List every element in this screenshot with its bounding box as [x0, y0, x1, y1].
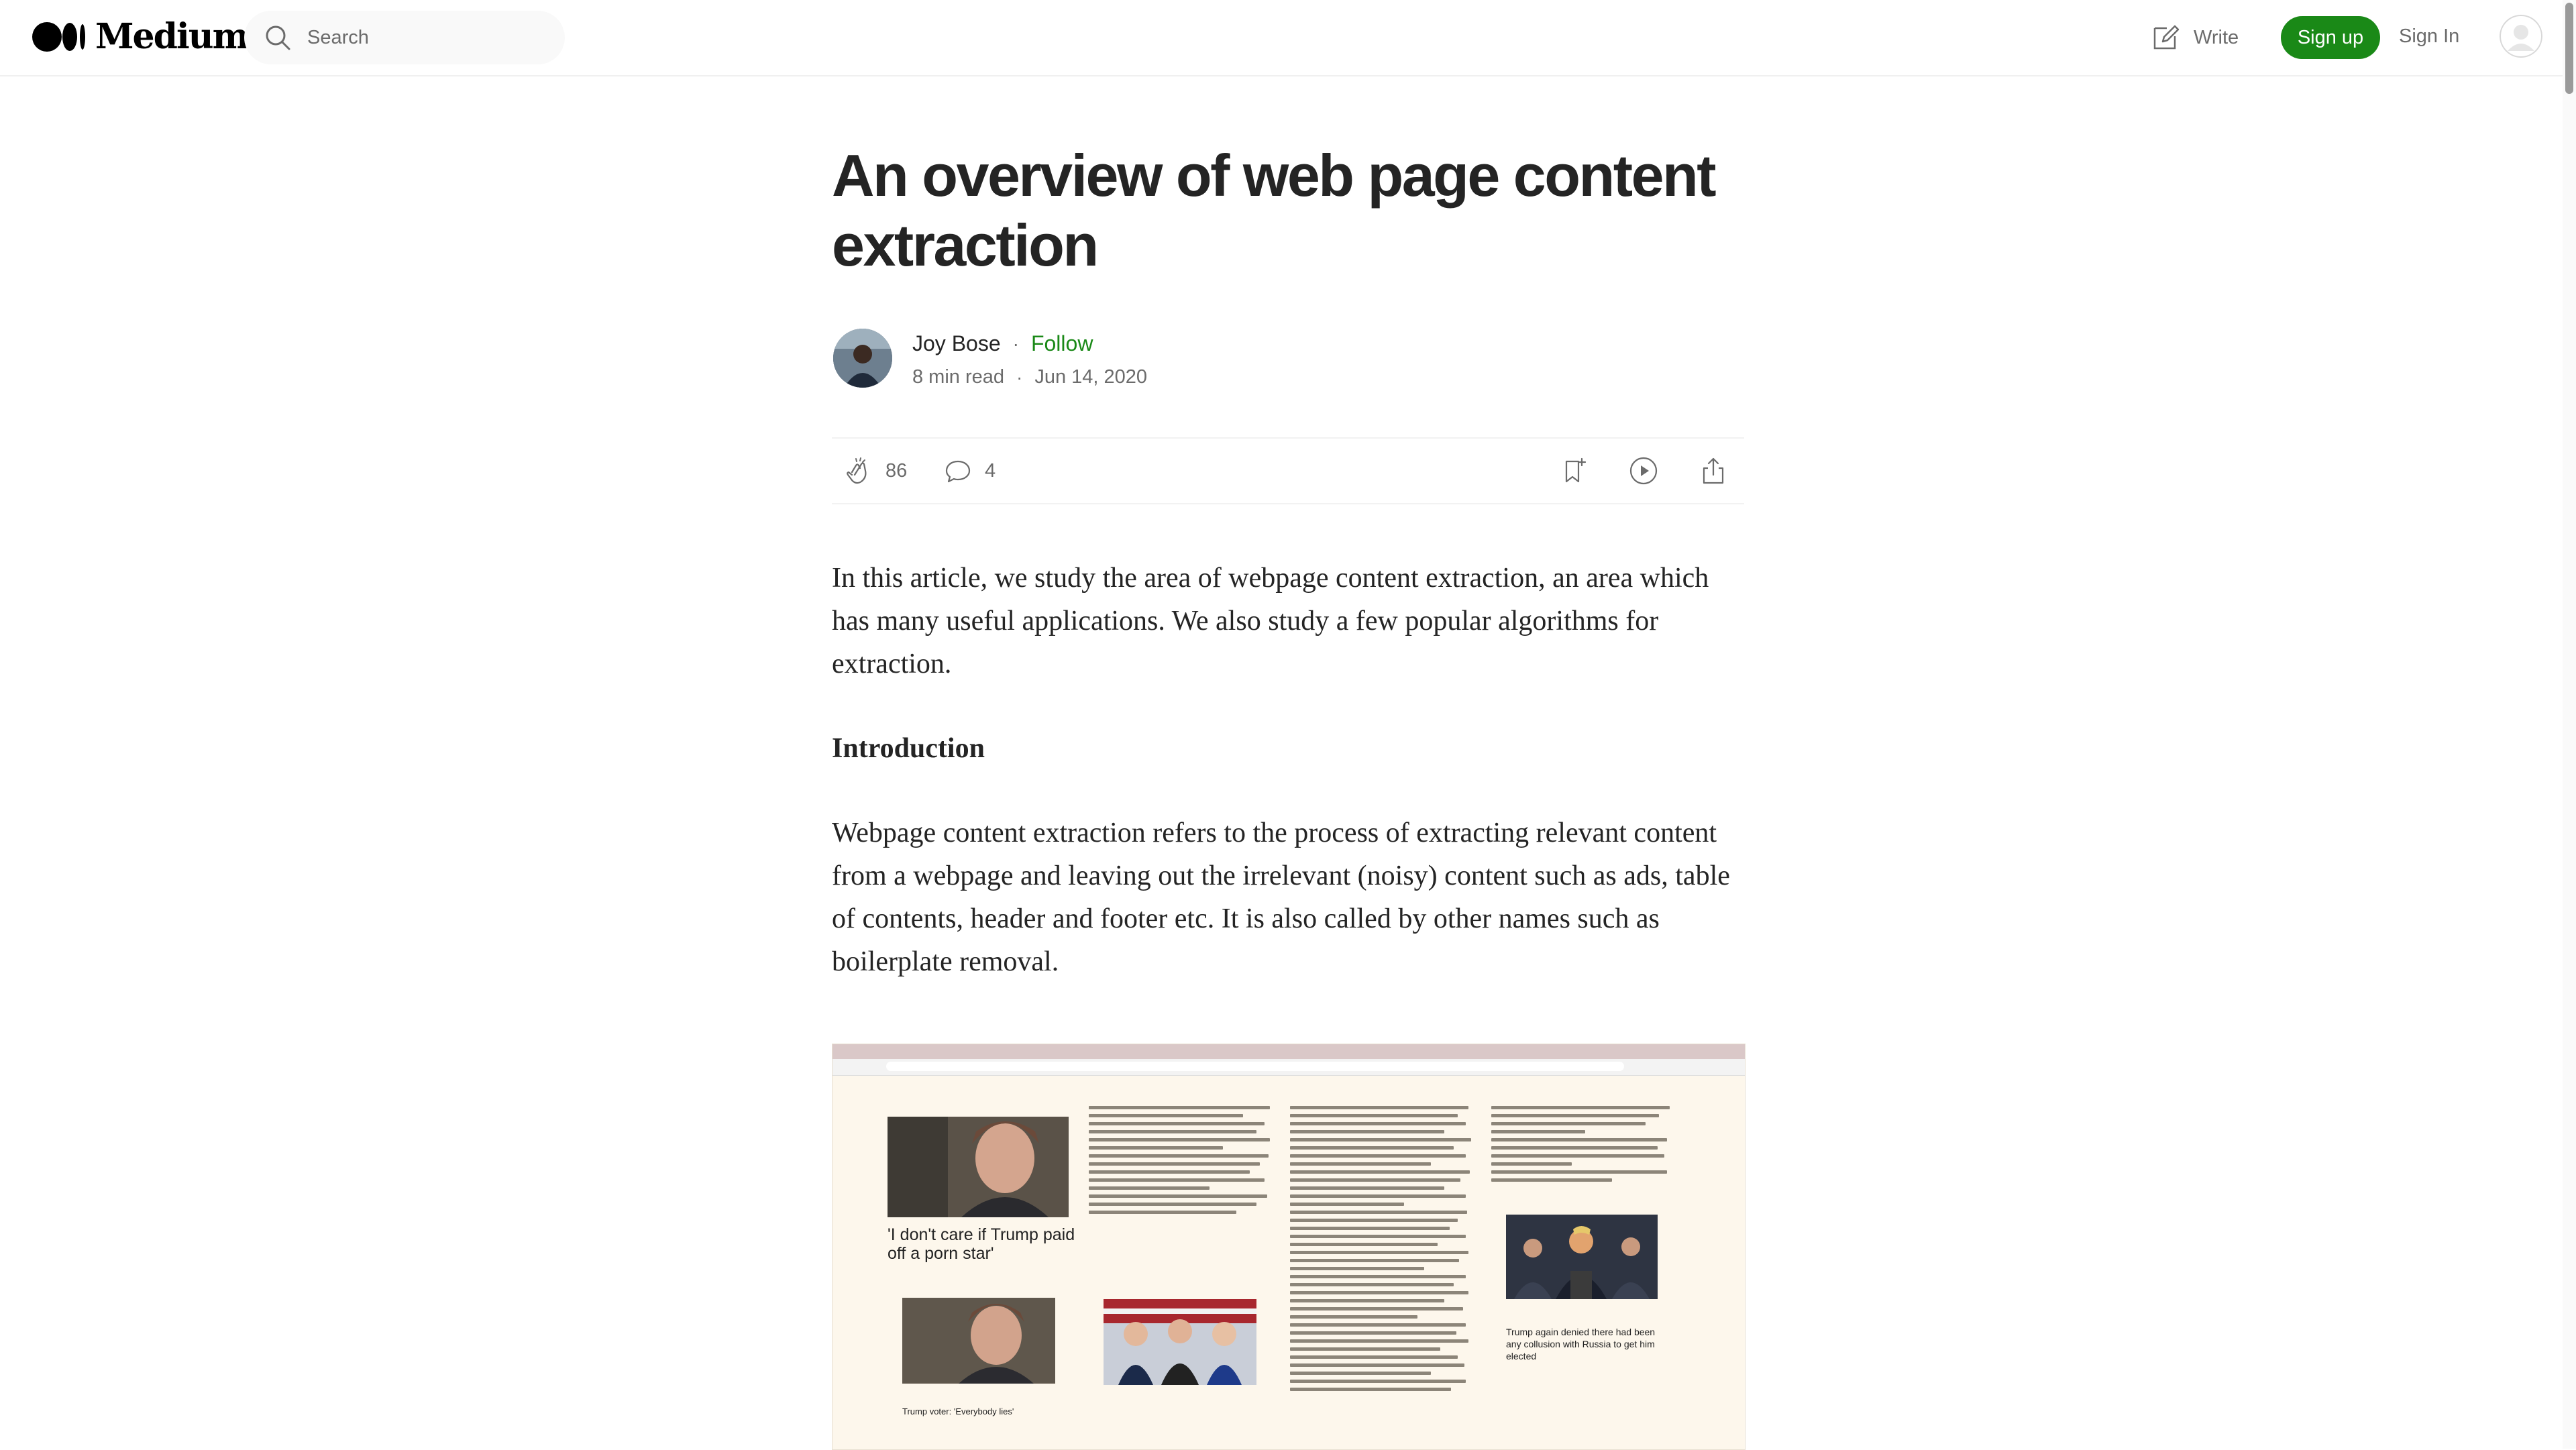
figure-url-field: [886, 1062, 1624, 1071]
bookmark-button[interactable]: [1558, 455, 1590, 487]
figure-text-column-4: [1491, 1106, 1679, 1186]
write-icon: [2153, 25, 2180, 50]
figure-photo-trump-image: [1506, 1215, 1658, 1299]
intro-paragraph: In this article, we study the area of we…: [832, 563, 1709, 679]
figure-text-column-2: [1089, 1106, 1277, 1219]
figure-text-column-3: [1290, 1106, 1478, 1396]
read-time: 8 min read: [912, 366, 1005, 388]
author-name[interactable]: Joy Bose: [912, 331, 1001, 356]
figure-photo-woman-image: [888, 1117, 1069, 1217]
figure-photo-group: [1104, 1299, 1256, 1385]
separator-dot: ·: [1016, 366, 1023, 388]
figure-photo-group-image: [1104, 1299, 1256, 1385]
figure-photo-woman: [888, 1117, 1069, 1217]
figure-photo-woman-small-image: [902, 1298, 1055, 1384]
author-avatar[interactable]: [833, 329, 892, 388]
medium-logo-icon: [32, 22, 85, 52]
logo-wordmark: Medium: [95, 16, 250, 57]
figure-photo-trump: [1506, 1215, 1658, 1299]
figure-address-bar: [833, 1059, 1745, 1076]
write-label: Write: [2194, 26, 2239, 48]
article-figure-screenshot[interactable]: 'I don't care if Trump paid off a porn s…: [832, 1044, 1746, 1450]
write-button[interactable]: Write: [2149, 20, 2239, 55]
search-input[interactable]: [306, 25, 550, 50]
follow-button[interactable]: Follow: [1031, 331, 1093, 356]
play-icon: [1629, 457, 1658, 485]
responses-button[interactable]: 4: [942, 455, 996, 487]
figure-caption-left: 'I don't care if Trump paid off a porn s…: [888, 1225, 1075, 1263]
clap-count: 86: [885, 459, 908, 482]
section-heading-introduction: Introduction: [832, 733, 985, 764]
sign-in-link[interactable]: Sign In: [2399, 25, 2459, 48]
user-avatar[interactable]: [2500, 15, 2542, 58]
article-action-bar: 86 4: [832, 437, 1744, 504]
page-scrollbar[interactable]: [2563, 0, 2576, 1449]
sign-up-button[interactable]: Sign up: [2281, 16, 2380, 59]
share-icon: [1703, 457, 1724, 484]
top-navigation-bar: Medium Write Sign up Sign In: [0, 0, 2563, 76]
bookmark-icon: [1565, 457, 1587, 483]
response-count: 4: [985, 459, 996, 482]
article-title: An overview of web page content extracti…: [832, 142, 1717, 278]
medium-logo[interactable]: Medium: [32, 16, 250, 57]
figure-caption-small: Trump voter: 'Everybody lies': [902, 1406, 1014, 1416]
listen-button[interactable]: [1627, 455, 1660, 487]
share-button[interactable]: [1697, 455, 1729, 487]
figure-photo-woman-small: [902, 1298, 1055, 1384]
user-placeholder-icon: [2500, 15, 2542, 58]
scrollbar-thumb[interactable]: [2565, 3, 2573, 94]
separator-dot: ·: [1012, 333, 1019, 354]
publish-date: Jun 14, 2020: [1034, 366, 1148, 388]
author-photo: [833, 329, 892, 388]
search-icon: [266, 25, 290, 50]
figure-browser-tabs: [833, 1044, 1745, 1059]
author-line: Joy Bose · Follow: [912, 331, 1093, 356]
clap-icon: [847, 457, 867, 484]
figure-caption-right: Trump again denied there had been any co…: [1506, 1327, 1656, 1361]
definition-paragraph: Webpage content extraction refers to the…: [832, 818, 1730, 977]
article-meta: 8 min read · Jun 14, 2020: [912, 366, 1147, 388]
response-icon: [945, 460, 971, 483]
search-box[interactable]: [244, 11, 565, 64]
clap-button[interactable]: 86: [843, 455, 907, 487]
